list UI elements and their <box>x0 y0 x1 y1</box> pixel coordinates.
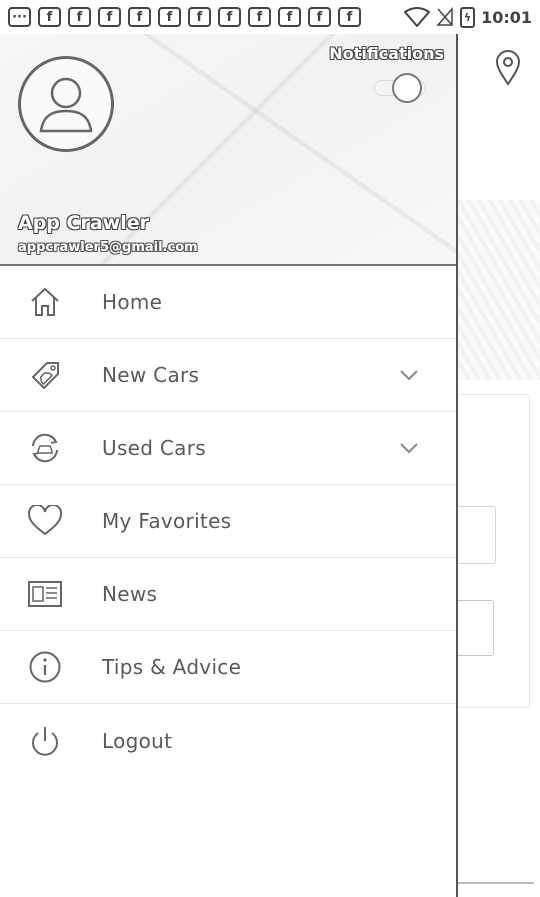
menu-item-used-cars[interactable]: Used Cars <box>0 412 456 485</box>
chevron-down-icon[interactable] <box>396 365 422 385</box>
menu-item-label: Logout <box>102 728 173 753</box>
drawer-header: Notifications App Crawler appcrawler5@gm… <box>0 34 456 266</box>
facebook-icon: f <box>68 7 91 27</box>
chevron-down-icon[interactable] <box>396 438 422 458</box>
more-icon: ··· <box>8 7 31 27</box>
facebook-icon: f <box>278 7 301 27</box>
notifications-label: Notifications <box>329 44 444 63</box>
menu-item-news[interactable]: News <box>0 558 456 631</box>
divider <box>456 882 534 884</box>
facebook-icon: f <box>218 7 241 27</box>
search-field[interactable] <box>456 600 494 656</box>
car-cycle-icon <box>26 429 64 467</box>
menu-item-label: Used Cars <box>102 436 206 460</box>
navigation-drawer: Notifications App Crawler appcrawler5@gm… <box>0 34 458 897</box>
menu-item-my-favorites[interactable]: My Favorites <box>0 485 456 558</box>
facebook-icon: f <box>308 7 331 27</box>
menu-item-label: Tips & Advice <box>102 655 242 679</box>
home-icon <box>26 283 64 321</box>
menu-item-label: New Cars <box>102 363 200 387</box>
facebook-icon: f <box>98 7 121 27</box>
newspaper-icon <box>26 575 64 613</box>
hero-image <box>456 200 540 380</box>
menu-item-logout[interactable]: Logout <box>0 704 456 777</box>
user-icon <box>39 77 93 133</box>
facebook-icon: f <box>158 7 181 27</box>
avatar[interactable] <box>18 56 114 152</box>
no-signal-icon <box>436 7 453 26</box>
facebook-icon: f <box>128 7 151 27</box>
facebook-icon: f <box>338 7 361 27</box>
location-pin-icon[interactable] <box>494 50 522 86</box>
facebook-icon: f <box>188 7 211 27</box>
user-email: appcrawler5@gmail.com <box>18 240 198 255</box>
status-bar: ··· f f f f f f f f f f f ϟ 10:01 <box>0 0 540 34</box>
menu-item-new-cars[interactable]: New Cars <box>0 339 456 412</box>
clock: 10:01 <box>481 7 532 27</box>
power-icon <box>26 722 64 760</box>
drawer-menu: Home New Cars Used Cars My Favorites New… <box>0 266 456 777</box>
heart-icon <box>26 502 64 540</box>
menu-item-label: My Favorites <box>102 509 232 533</box>
info-icon <box>26 648 64 686</box>
menu-item-label: Home <box>102 290 163 314</box>
car-tag-icon <box>26 356 64 394</box>
menu-item-tips-advice[interactable]: Tips & Advice <box>0 631 456 704</box>
user-name: App Crawler <box>18 212 149 234</box>
facebook-icon: f <box>248 7 271 27</box>
battery-icon: ϟ <box>460 6 476 28</box>
menu-item-home[interactable]: Home <box>0 266 456 339</box>
toggle-knob <box>392 73 422 103</box>
system-status: ϟ 10:01 <box>404 6 532 28</box>
search-field[interactable] <box>456 506 496 564</box>
menu-item-label: News <box>102 582 158 606</box>
notifications-toggle[interactable] <box>372 72 428 103</box>
background-screen <box>456 34 540 897</box>
wifi-icon <box>404 7 431 27</box>
facebook-icon: f <box>38 7 61 27</box>
notification-icons: ··· f f f f f f f f f f f <box>8 7 361 27</box>
